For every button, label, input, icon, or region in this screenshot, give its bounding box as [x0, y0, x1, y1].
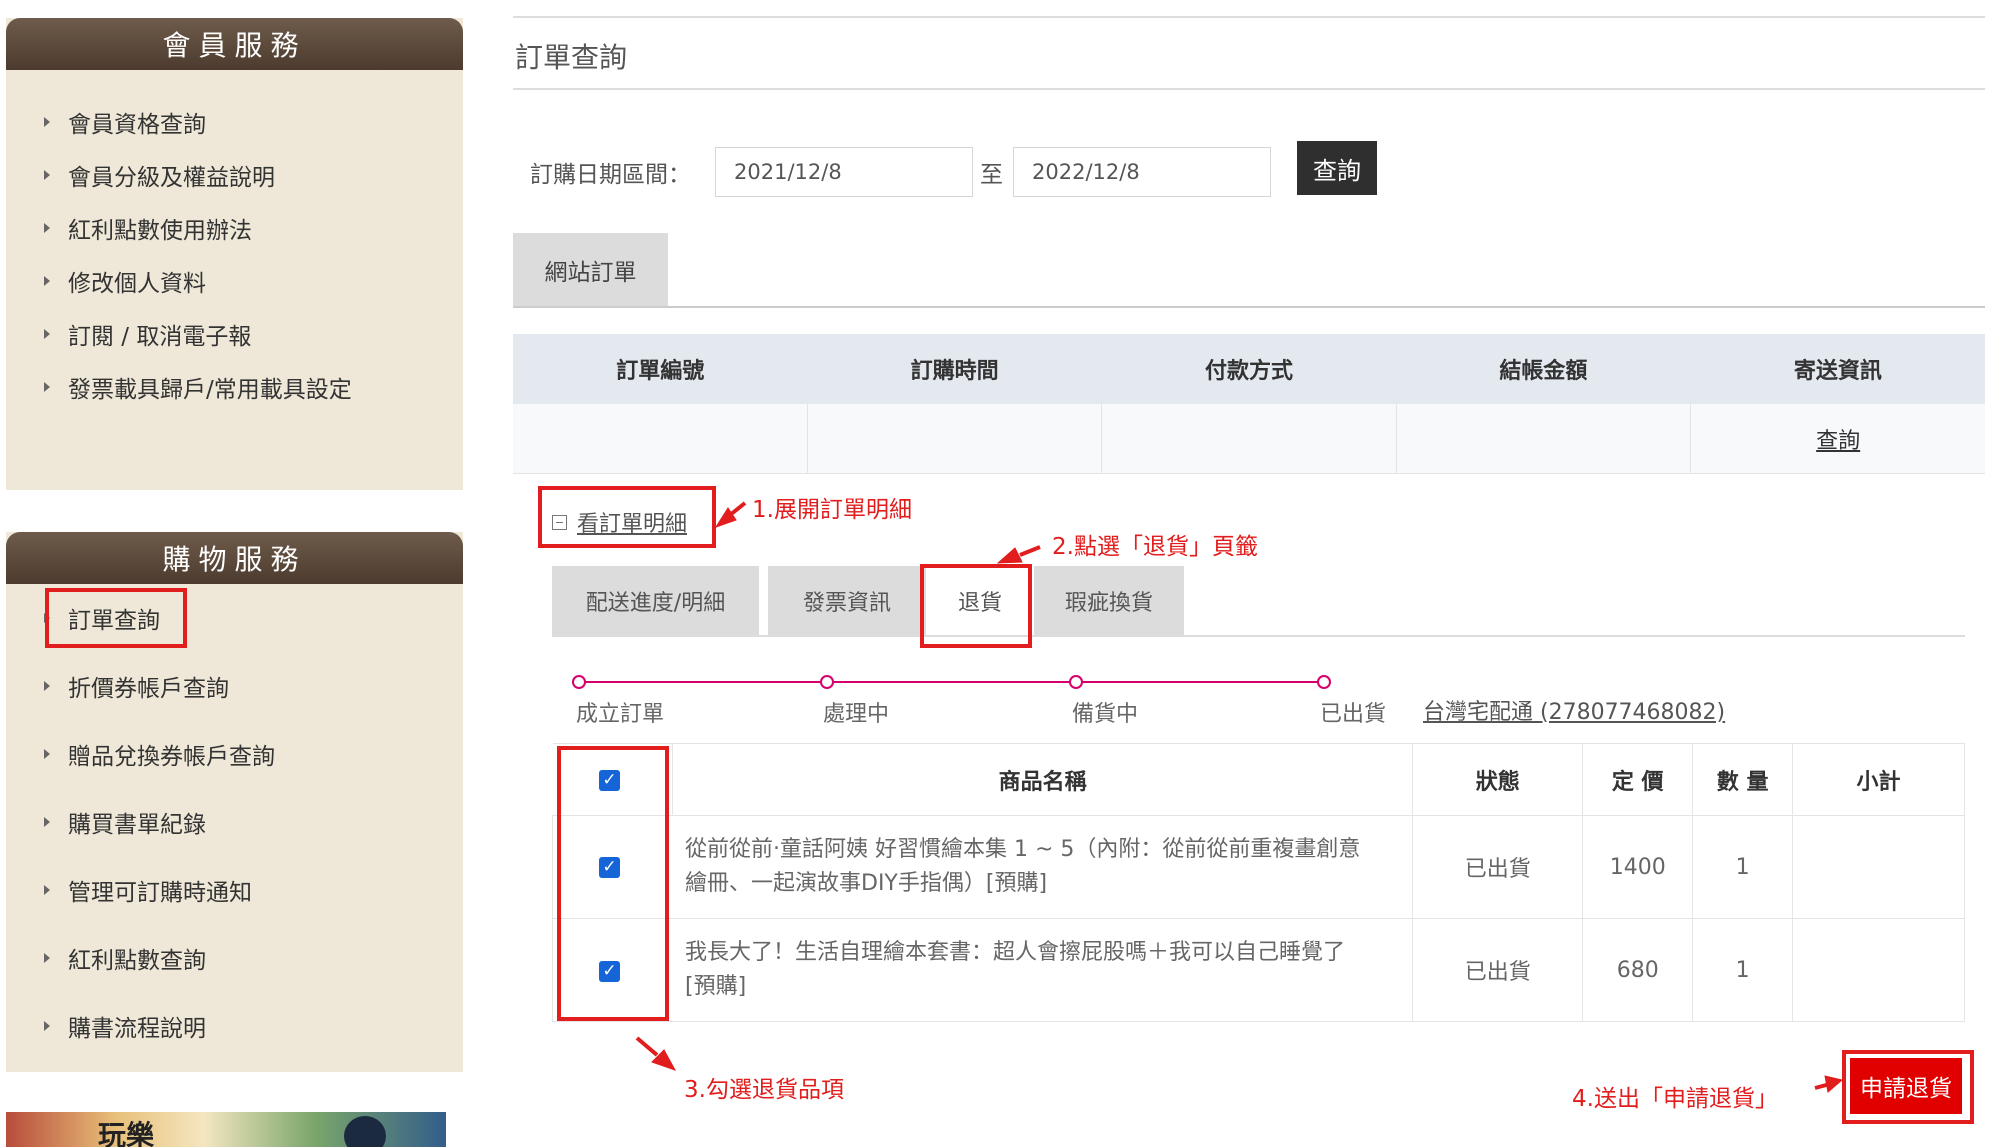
arrow-icon	[635, 1036, 659, 1057]
arrow-icon	[1019, 545, 1041, 557]
arrow-icon	[728, 501, 747, 517]
annotation-arrows	[635, 501, 1844, 1093]
arrow-head-icon	[1824, 1075, 1844, 1093]
arrow-head-icon	[996, 547, 1023, 564]
